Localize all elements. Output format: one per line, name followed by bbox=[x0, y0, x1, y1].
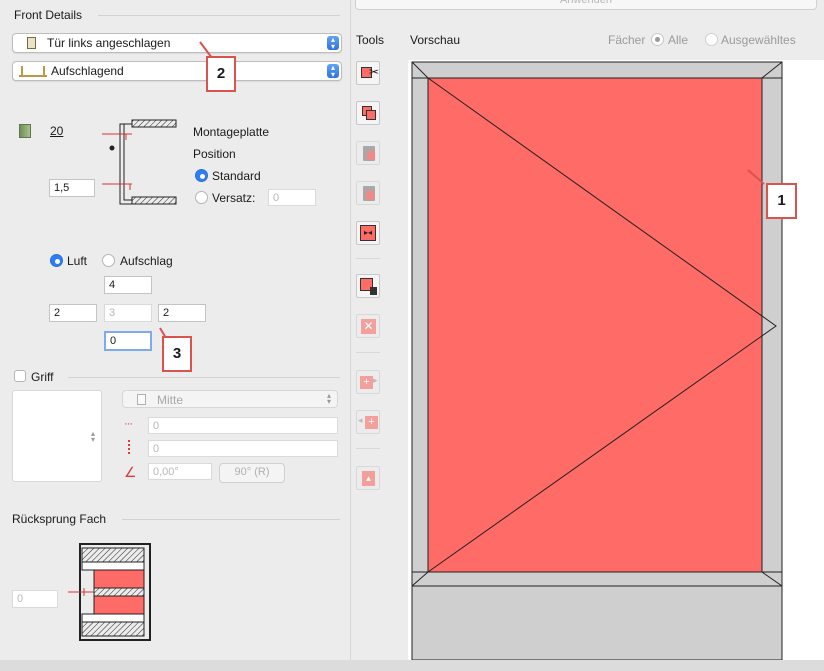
callout-2: 2 bbox=[206, 56, 236, 92]
callout-3: 3 bbox=[162, 336, 192, 372]
callout-1: 1 bbox=[766, 183, 797, 219]
callout-arrows bbox=[159, 41, 765, 339]
